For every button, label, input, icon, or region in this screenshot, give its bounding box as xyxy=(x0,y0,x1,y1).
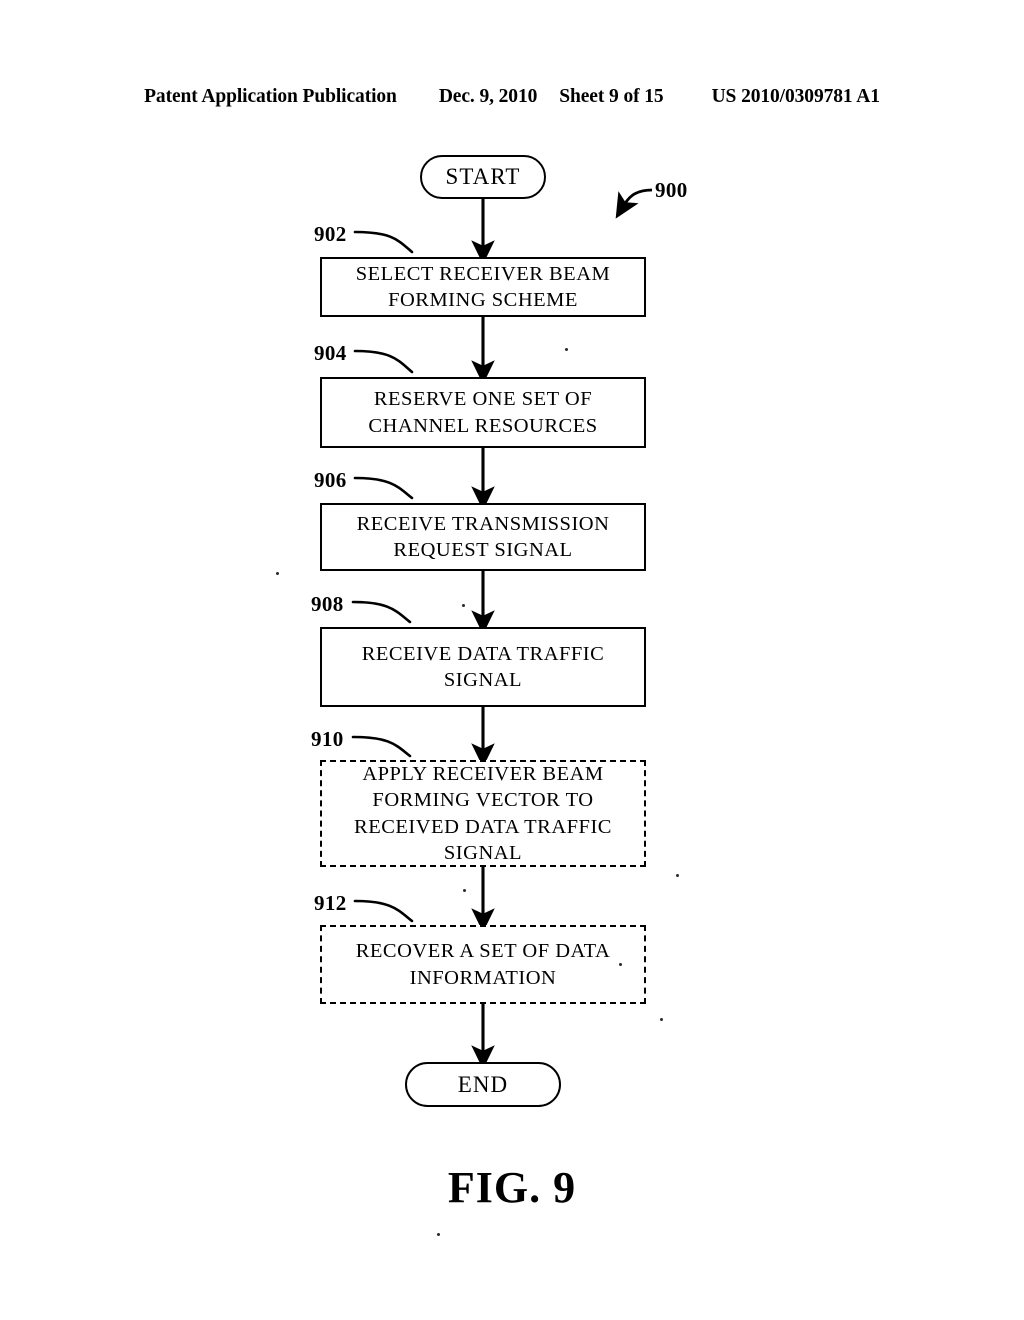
flowchart-terminal-start: START xyxy=(420,155,546,199)
reference-numeral-912: 912 xyxy=(314,891,347,915)
reference-numeral-904: 904 xyxy=(314,341,347,365)
header-patent-number: US 2010/0309781 A1 xyxy=(711,86,880,107)
header-sheet-number: Sheet 9 of 15 xyxy=(559,86,664,107)
reference-numeral-900: 900 xyxy=(655,178,688,202)
terminal-start-label: START xyxy=(445,164,521,189)
leader-line-912 xyxy=(353,899,414,923)
flowchart-step-910: APPLY RECEIVER BEAM FORMING VECTOR TO RE… xyxy=(320,760,646,867)
scan-speck xyxy=(437,1233,440,1236)
flowchart-step-908-label: RECEIVE DATA TRAFFIC SIGNAL xyxy=(361,642,605,691)
flowchart-step-912: RECOVER A SET OF DATA INFORMATION xyxy=(320,925,646,1004)
leader-line-906 xyxy=(353,476,414,500)
flowchart-step-910-label: APPLY RECEIVER BEAM FORMING VECTOR TO RE… xyxy=(354,763,612,864)
terminal-end-label: END xyxy=(457,1071,509,1097)
flowchart-step-904-label: RESERVE ONE SET OF CHANNEL RESOURCES xyxy=(368,388,598,437)
flowchart-step-902-label: SELECT RECEIVER BEAM FORMING SCHEME xyxy=(355,262,611,311)
figure-caption: FIG. 9 xyxy=(447,1163,577,1212)
flowchart-step-904: RESERVE ONE SET OF CHANNEL RESOURCES xyxy=(320,377,646,448)
scan-speck xyxy=(660,1018,663,1021)
reference-numeral-902: 902 xyxy=(314,222,347,246)
flowchart-step-906-label: RECEIVE TRANSMISSION REQUEST SIGNAL xyxy=(356,512,610,561)
leader-line-904 xyxy=(353,349,414,374)
reference-numeral-908: 908 xyxy=(311,592,344,616)
flowchart-step-912-label: RECOVER A SET OF DATA INFORMATION xyxy=(355,940,611,989)
reference-numeral-906: 906 xyxy=(314,468,347,492)
scan-speck xyxy=(565,348,568,351)
header-publication-date: Dec. 9, 2010 xyxy=(438,86,538,107)
leader-line-910 xyxy=(351,735,412,758)
leader-line-908 xyxy=(351,600,412,624)
flowchart-step-906: RECEIVE TRANSMISSION REQUEST SIGNAL xyxy=(320,503,646,571)
scan-speck xyxy=(462,604,465,607)
scan-speck xyxy=(276,572,279,575)
reference-numeral-910: 910 xyxy=(311,727,344,751)
header-publication-title: Patent Application Publication xyxy=(144,86,397,107)
scan-speck xyxy=(676,874,679,877)
page-header: Patent Application Publication Dec. 9, 2… xyxy=(0,86,1024,108)
scan-speck xyxy=(619,963,622,966)
scan-speck xyxy=(463,889,466,892)
flowchart-step-908: RECEIVE DATA TRAFFIC SIGNAL xyxy=(320,627,646,707)
leader-line-900 xyxy=(615,188,653,219)
flowchart-terminal-end: END xyxy=(405,1062,561,1107)
leader-line-902 xyxy=(353,230,414,254)
flowchart-step-902: SELECT RECEIVER BEAM FORMING SCHEME xyxy=(320,257,646,317)
